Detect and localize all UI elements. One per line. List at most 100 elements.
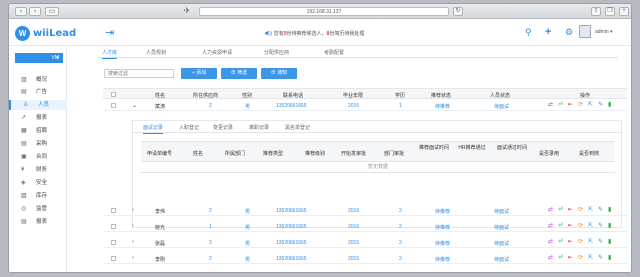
sidebar-item-report[interactable]: ↗ 报表: [9, 113, 67, 123]
sidebar-group-vm[interactable]: VM ▾: [15, 53, 63, 63]
tab-change-record[interactable]: 变更记录: [213, 124, 233, 131]
address-bar[interactable]: 192.168.31.137: [199, 7, 449, 16]
sidebar-item-report-2[interactable]: ▤ 报表: [9, 217, 67, 227]
edit-icon[interactable]: ✎: [598, 102, 603, 109]
change-icon[interactable]: ⟳: [578, 255, 583, 262]
back-icon[interactable]: ‹: [15, 7, 27, 16]
recommend-icon[interactable]: ⇄: [548, 223, 553, 230]
table-row[interactable]: › 李伟 2 男 13520661665 2016 2 待推荐 待面试 ⇄ ⏎ …: [103, 205, 627, 216]
recommend-icon[interactable]: ⇄: [548, 102, 553, 109]
notify-button[interactable]: ⊕ 通知: [261, 68, 297, 79]
sidebar-item-people[interactable]: ♙ 人员: [9, 100, 67, 110]
row-checkbox[interactable]: [111, 256, 116, 261]
collapse-chevron-icon[interactable]: ⌄: [132, 102, 137, 109]
cell-supplier[interactable]: 2: [209, 103, 212, 109]
enter-icon[interactable]: ⏎: [558, 223, 563, 230]
enter-icon[interactable]: ⏎: [558, 102, 563, 109]
tab-staff-plan[interactable]: 人员规划: [146, 49, 166, 56]
menu-collapse-icon[interactable]: ⇥: [105, 26, 114, 39]
notification-text[interactable]: ◀)) 您有5份待推荐候选人，8份简历待我处理: [264, 30, 364, 37]
share-icon[interactable]: ⇱: [588, 207, 593, 214]
change-icon[interactable]: ⟳: [578, 207, 583, 214]
sidebar-item-security[interactable]: ◈ 安全: [9, 178, 67, 188]
add-icon[interactable]: +: [545, 27, 551, 38]
row-checkbox[interactable]: [111, 240, 116, 245]
sidebar-item-purchase[interactable]: ▤ 采购: [9, 139, 67, 149]
change-icon[interactable]: ⟳: [578, 102, 583, 109]
tab-attendance[interactable]: 考勤配置: [324, 49, 344, 56]
cell-supplier[interactable]: 3: [209, 240, 212, 246]
delete-icon[interactable]: ▮: [608, 207, 611, 214]
exit-icon[interactable]: ⇤: [568, 207, 573, 214]
tab-talent-pool[interactable]: 人才库: [102, 49, 118, 59]
search-input[interactable]: [104, 69, 174, 78]
expand-chevron-icon[interactable]: ›: [132, 255, 134, 261]
cell-supplier[interactable]: 1: [209, 224, 212, 230]
expand-chevron-icon[interactable]: ›: [132, 223, 134, 229]
recommend-icon[interactable]: ⇄: [548, 239, 553, 246]
row-checkbox[interactable]: [111, 208, 116, 213]
change-icon[interactable]: ⟳: [578, 239, 583, 246]
share-icon[interactable]: ⇱: [588, 223, 593, 230]
cell-supplier[interactable]: 2: [209, 256, 212, 262]
table-row[interactable]: › 张磊 3 男 13520661665 2015 2 待推荐 待面试 ⇄ ⏎ …: [103, 237, 627, 248]
tab-interview-record[interactable]: 面试记录: [143, 124, 164, 134]
sidebar-item-inventory[interactable]: ▧ 库存: [9, 191, 67, 201]
enter-icon[interactable]: ⏎: [558, 255, 563, 262]
share-page-icon[interactable]: ⇪: [591, 7, 601, 16]
sidebar-item-finance[interactable]: ¥ 财务: [9, 165, 67, 175]
sidebar-item-ads[interactable]: ▤ 广告: [9, 87, 67, 97]
edit-icon[interactable]: ✎: [598, 255, 603, 262]
sidebar-item-overview[interactable]: ▥ 概况: [9, 75, 67, 85]
add-button[interactable]: + 添加: [181, 68, 217, 79]
delete-icon[interactable]: ▮: [608, 102, 611, 109]
reload-icon[interactable]: ↻: [453, 7, 463, 16]
sidebar-toggle-icon[interactable]: ▭: [45, 7, 59, 16]
edit-icon[interactable]: ✎: [598, 223, 603, 230]
exit-icon[interactable]: ⇤: [568, 223, 573, 230]
tab-assign-supplier[interactable]: 分配供应商: [264, 49, 289, 56]
row-checkbox[interactable]: [111, 224, 116, 229]
recommend-icon[interactable]: ⇄: [548, 255, 553, 262]
tab-hr-request[interactable]: 人力资源申请: [202, 49, 232, 56]
share-icon[interactable]: ✈: [181, 7, 193, 16]
delete-icon[interactable]: ▮: [608, 223, 611, 230]
sidebar-item-monitor[interactable]: ◎ 监管: [9, 204, 67, 214]
user-name[interactable]: admin ▾: [595, 29, 613, 35]
expand-chevron-icon[interactable]: ›: [132, 207, 134, 213]
row-checkbox[interactable]: [111, 103, 116, 108]
share-icon[interactable]: ⇱: [588, 255, 593, 262]
delete-icon[interactable]: ▮: [608, 239, 611, 246]
exit-icon[interactable]: ⇤: [568, 255, 573, 262]
tabs-icon[interactable]: ❐: [605, 7, 615, 16]
sidebar-item-contract[interactable]: ▣ 合同: [9, 152, 67, 162]
enter-icon[interactable]: ⏎: [558, 239, 563, 246]
sidebar-item-recruit[interactable]: ▦ 招聘: [9, 126, 67, 136]
tab-onboarding[interactable]: 入职登记: [179, 124, 199, 131]
cell-supplier[interactable]: 2: [209, 208, 212, 214]
ads-icon: ▤: [21, 89, 27, 95]
edit-icon[interactable]: ✎: [598, 239, 603, 246]
tab-leave-record[interactable]: 离职记录: [249, 124, 269, 131]
filter-button[interactable]: ⊕ 筛选: [221, 68, 257, 79]
select-all-checkbox[interactable]: [111, 92, 116, 97]
expand-chevron-icon[interactable]: ›: [132, 239, 134, 245]
table-row[interactable]: ⌄ 斌涛 2 男 13520661665 2015 1 待推荐 待面试 ⇄ ⏎ …: [103, 100, 627, 111]
search-icon[interactable]: ⚲: [525, 27, 532, 37]
new-tab-icon[interactable]: +: [619, 7, 629, 16]
recommend-icon[interactable]: ⇄: [548, 207, 553, 214]
delete-icon[interactable]: ▮: [608, 255, 611, 262]
avatar[interactable]: [579, 25, 591, 38]
table-row[interactable]: › 晓光 1 男 13520661665 2016 2 待推荐 待面试 ⇄ ⏎ …: [103, 221, 627, 232]
edit-icon[interactable]: ✎: [598, 207, 603, 214]
gear-icon[interactable]: ⚙: [565, 27, 573, 37]
table-row[interactable]: › 李刚 2 男 13520661665 2015 2 待推荐 待面试 ⇄ ⏎ …: [103, 253, 627, 264]
change-icon[interactable]: ⟳: [578, 223, 583, 230]
tab-blacklist[interactable]: 黑名单登记: [285, 124, 310, 131]
share-icon[interactable]: ⇱: [588, 239, 593, 246]
share-icon[interactable]: ⇱: [588, 102, 593, 109]
enter-icon[interactable]: ⏎: [558, 207, 563, 214]
exit-icon[interactable]: ⇤: [568, 239, 573, 246]
forward-icon[interactable]: ›: [29, 7, 41, 16]
exit-icon[interactable]: ⇤: [568, 102, 573, 109]
